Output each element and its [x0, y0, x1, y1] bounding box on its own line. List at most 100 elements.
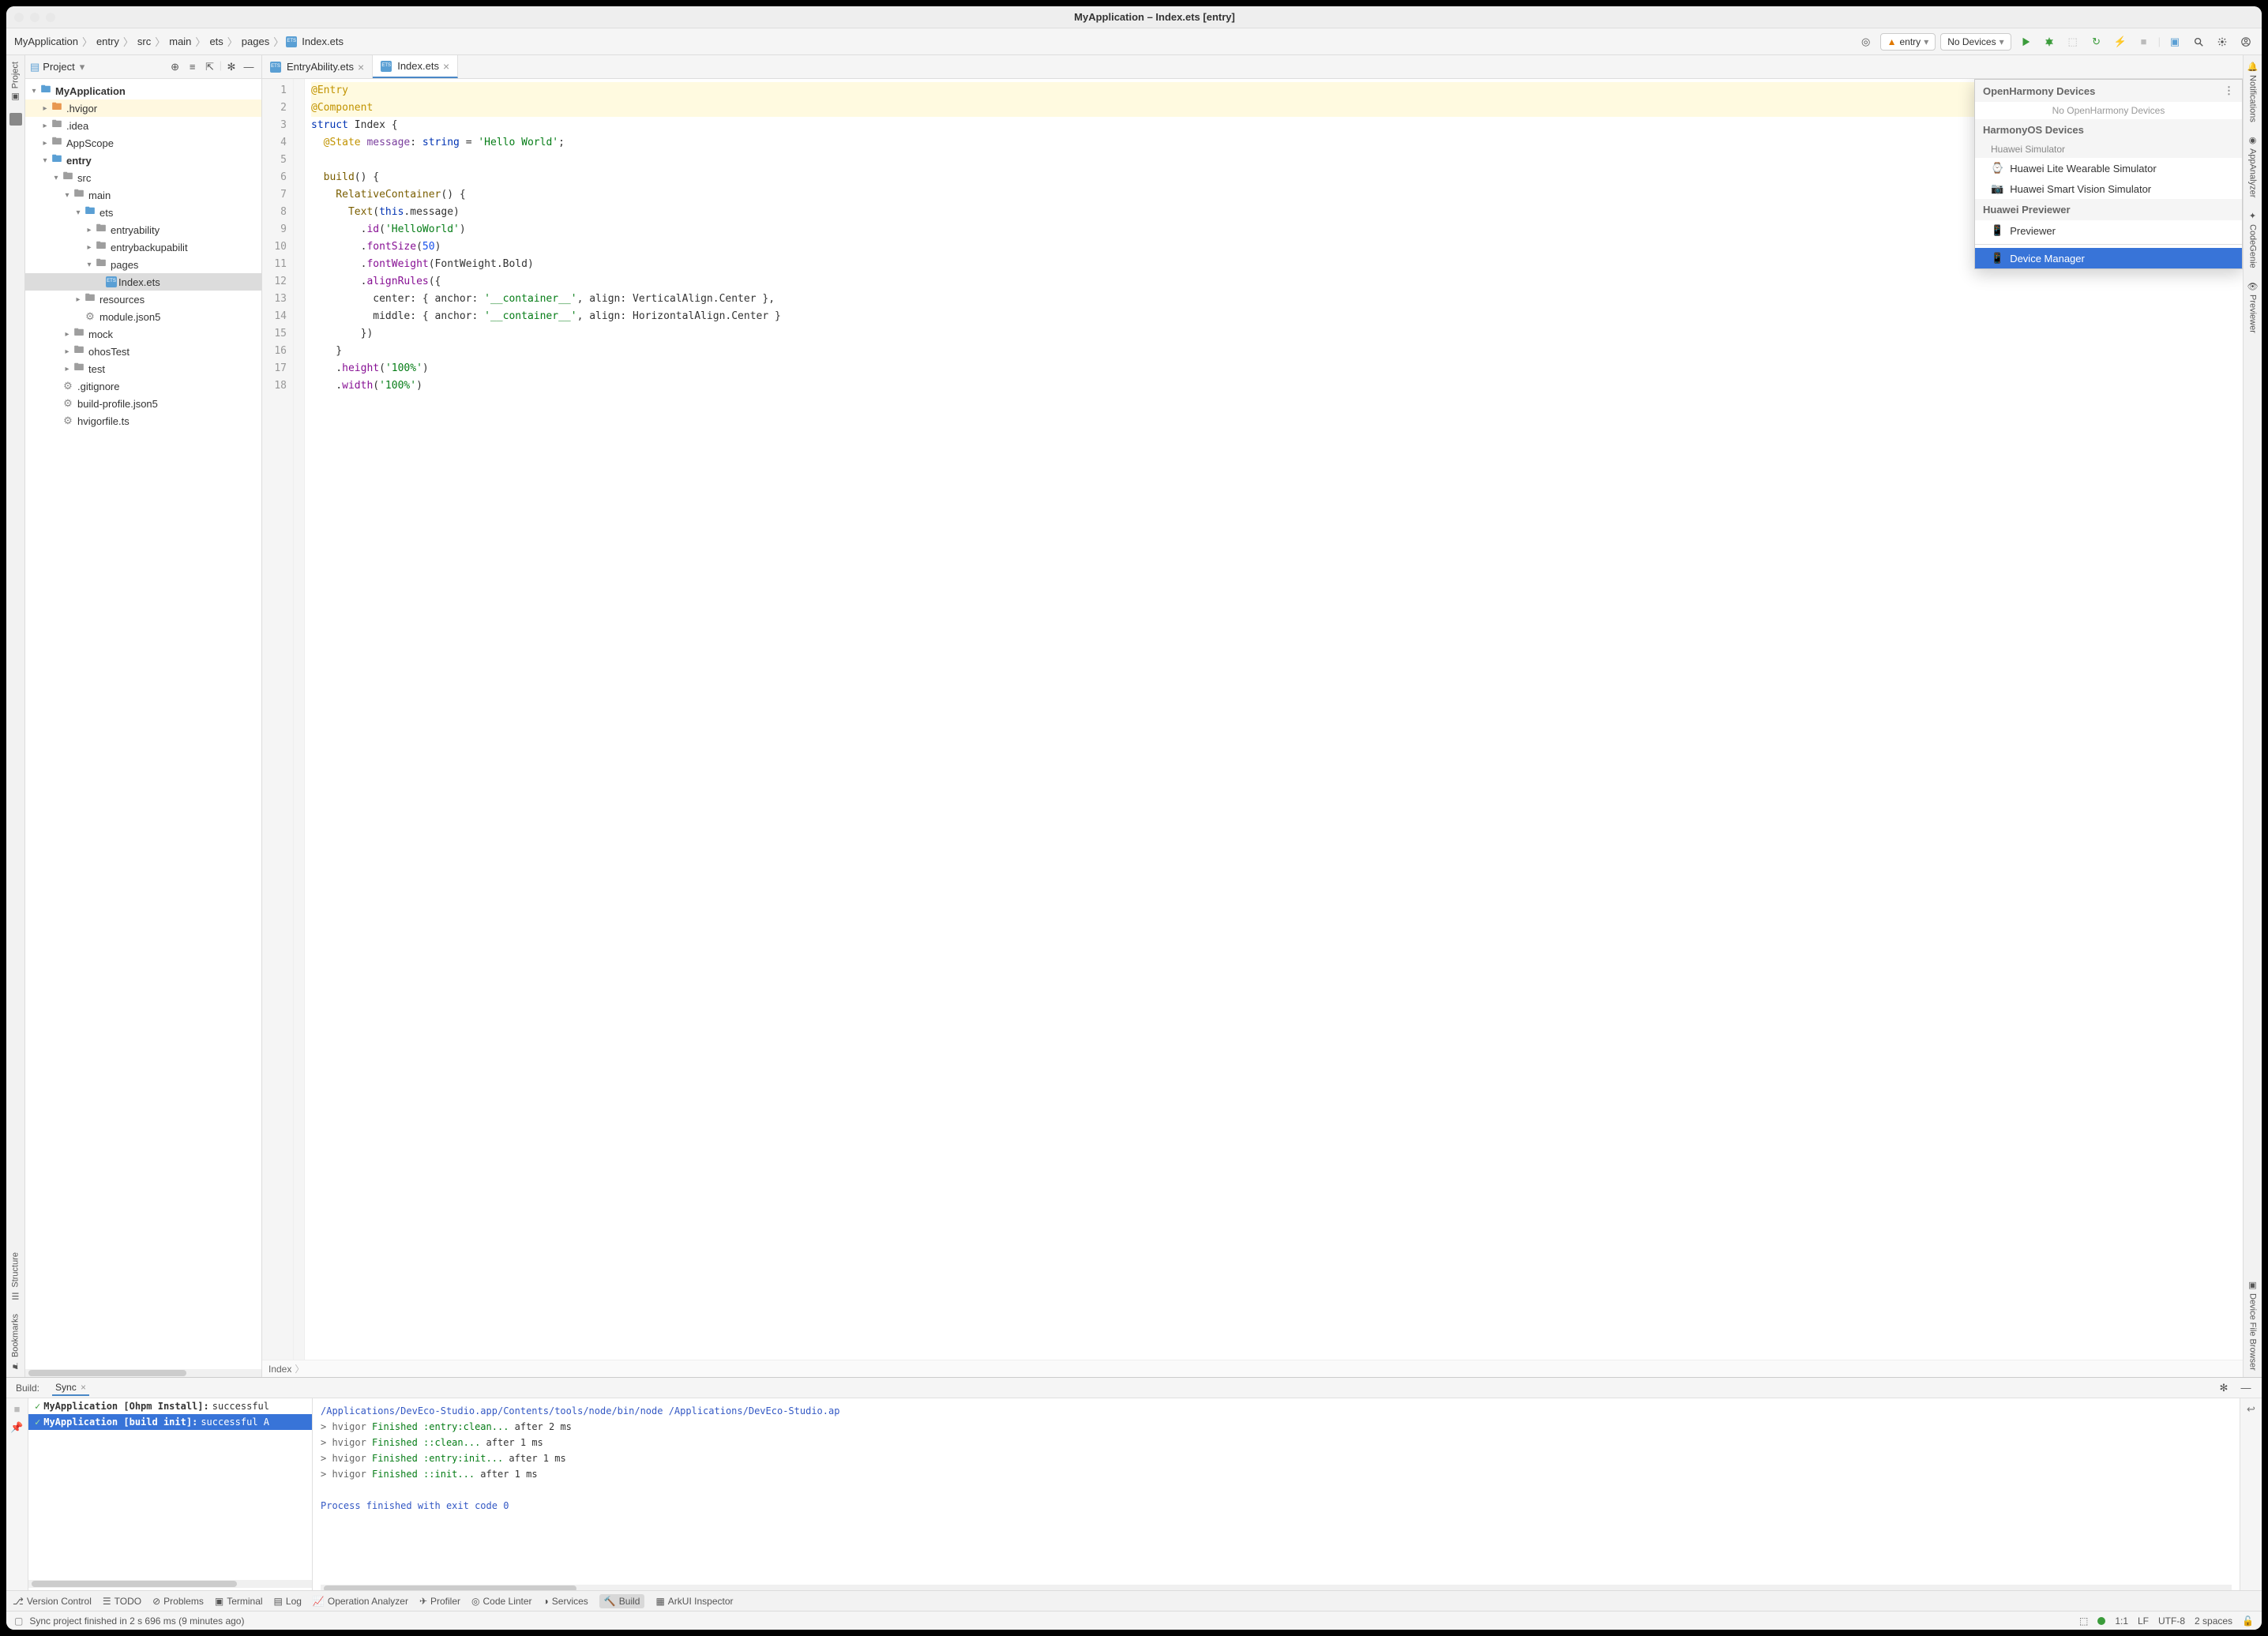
- appanalyzer-tool-tab[interactable]: ◉AppAnalyzer: [2246, 129, 2259, 204]
- breadcrumb-item[interactable]: main: [167, 34, 193, 49]
- hot-reload-button[interactable]: ⚡: [2111, 32, 2130, 51]
- breadcrumb-item[interactable]: MyApplication: [13, 34, 80, 49]
- project-tree[interactable]: ▾🖿MyApplication ▸🖿.hvigor ▸🖿.idea ▸🖿AppS…: [25, 79, 261, 1369]
- tree-item-indexets[interactable]: Index.ets: [25, 273, 261, 291]
- todo-tool[interactable]: ☰TODO: [103, 1596, 141, 1607]
- tree-item-idea[interactable]: ▸🖿.idea: [25, 117, 261, 134]
- code-editor[interactable]: @Entry@Componentstruct Index { @State me…: [305, 79, 2243, 1360]
- device-manager-item[interactable]: 📱Device Manager: [1975, 248, 2242, 268]
- line-separator[interactable]: LF: [2138, 1615, 2149, 1627]
- fold-gutter[interactable]: [294, 79, 305, 1360]
- tree-item-ets[interactable]: ▾🖿ets: [25, 204, 261, 221]
- build-tool[interactable]: 🔨Build: [599, 1594, 645, 1608]
- tree-item-gitignore[interactable]: ⚙.gitignore: [25, 377, 261, 395]
- close-icon[interactable]: ×: [78, 1382, 86, 1393]
- project-tool-tab[interactable]: ▣Project: [9, 55, 22, 108]
- stop-square-icon[interactable]: ■: [14, 1403, 21, 1415]
- commit-tool-icon[interactable]: [9, 113, 22, 126]
- tree-item-appscope[interactable]: ▸🖿AppScope: [25, 134, 261, 152]
- breadcrumb-item[interactable]: ets: [208, 34, 224, 49]
- operation-analyzer-tool[interactable]: 📈Operation Analyzer: [313, 1596, 408, 1607]
- status-indicator[interactable]: [2097, 1617, 2105, 1625]
- panel-hide-icon[interactable]: —: [241, 59, 257, 75]
- build-settings-icon[interactable]: ✻: [2214, 1379, 2233, 1398]
- run-button[interactable]: [2016, 32, 2035, 51]
- notifications-tool-tab[interactable]: 🔔Notifications: [2246, 55, 2259, 129]
- encoding[interactable]: UTF-8: [2158, 1615, 2185, 1627]
- code-linter-tool[interactable]: ◎Code Linter: [471, 1596, 532, 1607]
- select-opened-icon[interactable]: ⊕: [167, 59, 183, 75]
- user-icon[interactable]: [2236, 32, 2255, 51]
- device-previewer[interactable]: 📱Previewer: [1975, 220, 2242, 241]
- editor-breadcrumb[interactable]: Index〉: [262, 1360, 2243, 1377]
- panel-settings-icon[interactable]: ✻: [223, 59, 239, 75]
- tree-item-src[interactable]: ▾🖿src: [25, 169, 261, 186]
- build-task-row-selected[interactable]: ✓MyApplication [build init]: successful …: [28, 1414, 312, 1430]
- tree-item-resources[interactable]: ▸🖿resources: [25, 291, 261, 308]
- ttent[interactable]: ▾🖿entry: [25, 152, 261, 169]
- git-status-icon[interactable]: ⬚: [2079, 1615, 2088, 1627]
- window-close-button[interactable]: [14, 13, 24, 22]
- target-icon[interactable]: ◎: [1857, 32, 1876, 51]
- pin-icon[interactable]: 📌: [10, 1421, 23, 1434]
- console-scrollbar[interactable]: [321, 1585, 2232, 1590]
- breadcrumb-item[interactable]: Index.ets: [300, 34, 345, 49]
- sync-tab[interactable]: Sync ×: [52, 1380, 89, 1396]
- tree-item-hvigor[interactable]: ▸🖿.hvigor: [25, 99, 261, 117]
- device-vision-sim[interactable]: 📷Huawei Smart Vision Simulator: [1975, 178, 2242, 199]
- stop-button[interactable]: ■: [2135, 32, 2153, 51]
- tree-item-ohostest[interactable]: ▸🖿ohosTest: [25, 343, 261, 360]
- device-selector[interactable]: No Devices▾: [1940, 33, 2011, 51]
- window-maximize-button[interactable]: [46, 13, 55, 22]
- tree-item-mock[interactable]: ▸🖿mock: [25, 325, 261, 343]
- status-icon[interactable]: ▢: [14, 1615, 23, 1627]
- tree-item-root[interactable]: ▾🖿MyApplication: [25, 82, 261, 99]
- expand-all-icon[interactable]: ≡: [185, 59, 201, 75]
- settings-icon[interactable]: [2213, 32, 2232, 51]
- popup-more-icon[interactable]: ⋮: [2224, 84, 2234, 97]
- device-file-browser-tab[interactable]: ▣Device File Browser: [2246, 1274, 2259, 1377]
- vcs-tool[interactable]: ⎇Version Control: [13, 1596, 92, 1607]
- close-tab-icon[interactable]: ×: [358, 61, 364, 73]
- indent[interactable]: 2 spaces: [2195, 1615, 2232, 1627]
- breadcrumb-item[interactable]: entry: [95, 34, 121, 49]
- ai-tool-icon[interactable]: ▣: [2165, 32, 2184, 51]
- bookmarks-tool-tab[interactable]: ⚑Bookmarks: [9, 1308, 22, 1377]
- cursor-position[interactable]: 1:1: [2115, 1615, 2128, 1627]
- tree-item-main[interactable]: ▾🖿main: [25, 186, 261, 204]
- tree-item-entryability[interactable]: ▸🖿entryability: [25, 221, 261, 238]
- codegenie-tool-tab[interactable]: ✦CodeGenie: [2246, 204, 2259, 275]
- close-tab-icon[interactable]: ×: [443, 60, 449, 73]
- editor-tab-index[interactable]: Index.ets ×: [373, 55, 458, 78]
- structure-tool-tab[interactable]: ☰Structure: [9, 1246, 22, 1308]
- editor-body[interactable]: ✓ 123456789101112131415161718 @Entry@Com…: [262, 79, 2243, 1360]
- tree-item-entrybackup[interactable]: ▸🖿entrybackupabilit: [25, 238, 261, 256]
- project-panel-title[interactable]: ▤Project▾: [30, 61, 84, 73]
- arkui-inspector-tool[interactable]: ▦ArkUI Inspector: [655, 1596, 733, 1607]
- collapse-all-icon[interactable]: ⇱: [202, 59, 218, 75]
- tree-item-test[interactable]: ▸🖿test: [25, 360, 261, 377]
- build-hide-icon[interactable]: —: [2236, 1379, 2255, 1398]
- tree-item-buildprofile[interactable]: ⚙build-profile.json5: [25, 395, 261, 412]
- tree-item-modulejson[interactable]: ⚙module.json5: [25, 308, 261, 325]
- window-minimize-button[interactable]: [30, 13, 39, 22]
- breadcrumb-item[interactable]: src: [136, 34, 152, 49]
- build-task-tree[interactable]: ✓MyApplication [Ohpm Install]: successfu…: [28, 1398, 313, 1590]
- tree-item-hvigorfile[interactable]: ⚙hvigorfile.ts: [25, 412, 261, 430]
- breadcrumb-item[interactable]: pages: [240, 34, 271, 49]
- editor-tab-entryability[interactable]: EntryAbility.ets ×: [262, 55, 373, 78]
- profiler-tool[interactable]: ✈Profiler: [419, 1596, 460, 1607]
- tree-item-pages[interactable]: ▾🖿pages: [25, 256, 261, 273]
- build-console[interactable]: /Applications/DevEco-Studio.app/Contents…: [313, 1398, 2240, 1590]
- build-tree-scrollbar[interactable]: [28, 1580, 312, 1588]
- terminal-tool[interactable]: ▣Terminal: [215, 1596, 263, 1607]
- debug-button[interactable]: [2040, 32, 2059, 51]
- coverage-button[interactable]: ⬚: [2063, 32, 2082, 51]
- run-config-selector[interactable]: ▲entry▾: [1880, 33, 1936, 51]
- problems-tool[interactable]: ⊘Problems: [152, 1596, 204, 1607]
- build-task-row[interactable]: ✓MyApplication [Ohpm Install]: successfu…: [28, 1398, 312, 1414]
- search-icon[interactable]: [2189, 32, 2208, 51]
- rerun-button[interactable]: ↻: [2087, 32, 2106, 51]
- services-tool[interactable]: ◑Services: [543, 1596, 588, 1607]
- readonly-lock-icon[interactable]: 🔓: [2242, 1615, 2254, 1627]
